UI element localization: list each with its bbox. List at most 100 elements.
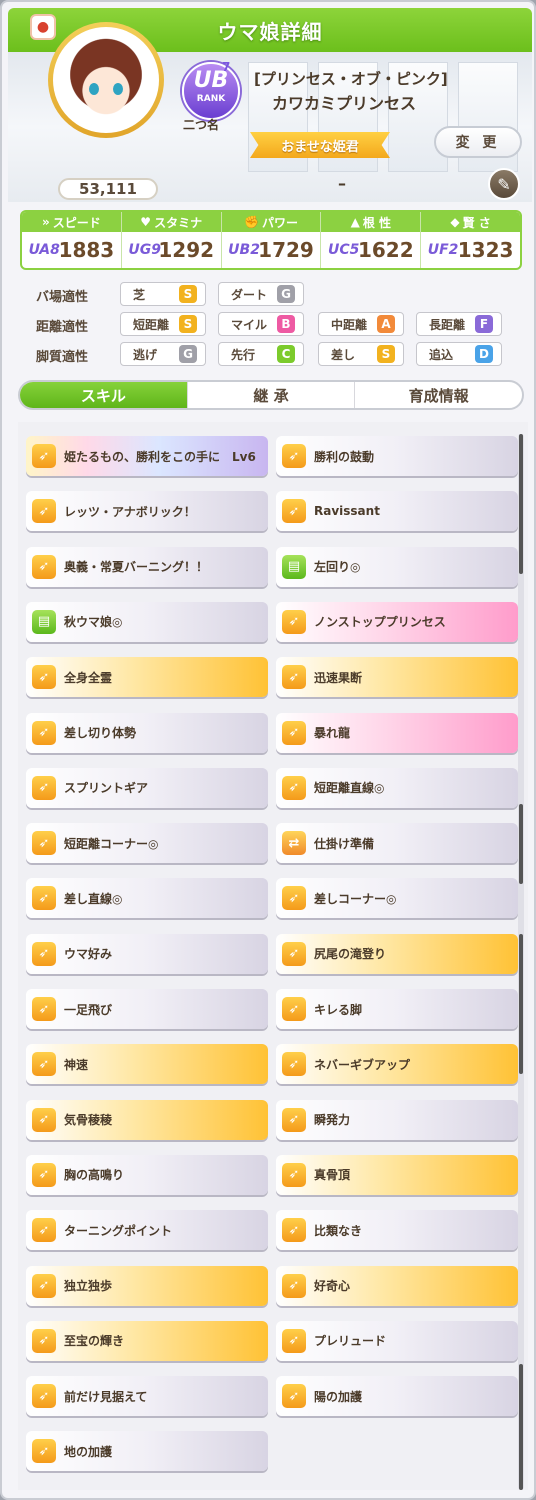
arrows-icon: ⇄ (282, 831, 306, 856)
skill-item[interactable]: ➶ 短距離コーナー◎ (26, 823, 268, 864)
skill-item[interactable]: ➶ 短距離直線◎ (276, 767, 518, 808)
skill-item[interactable]: ➶ プレリュード (276, 1320, 518, 1361)
skill-item[interactable]: ➶ レッツ・アナボリック！ (26, 491, 268, 532)
skill-item[interactable]: ➶ キレる脚 (276, 989, 518, 1029)
skill-item[interactable]: ➶ 瞬発力 (276, 1099, 518, 1140)
run-icon: ➶ (282, 444, 306, 468)
run-icon: ➶ (32, 1384, 56, 1409)
skill-item[interactable]: ➶ 差し直線◎ (26, 878, 268, 919)
skill-item[interactable]: ➶ ネバーギブアップ (276, 1044, 518, 1085)
cake-icon: ● (30, 14, 56, 40)
aptitude-grade: S (377, 345, 395, 363)
skill-name: 気骨稜稜 (64, 1113, 113, 1128)
run-icon: ➶ (282, 499, 306, 524)
skill-name: ターニングポイント (64, 1223, 173, 1238)
stat-grade: UF2 (427, 242, 459, 258)
skill-item[interactable]: ➶ 至宝の輝き (26, 1320, 268, 1361)
skill-name: スプリントギア (64, 781, 149, 796)
skill-item[interactable]: ➶ スプリントギア (26, 767, 268, 808)
run-icon: ➶ (32, 1107, 56, 1132)
skill-item[interactable]: ➶ 地の加護 (26, 1431, 268, 1472)
skill-item[interactable]: ➶ 気骨稜稜 (26, 1099, 268, 1140)
tab-training-info[interactable]: 育成情報 (355, 382, 522, 408)
skill-item[interactable]: ▤ 左回り◎ (276, 546, 518, 587)
skill-item[interactable]: ➶ ターニングポイント (26, 1210, 268, 1251)
run-icon: ➶ (282, 997, 306, 1021)
stat-label: スピード (52, 215, 101, 230)
skill-item[interactable]: ➶ 差し切り体勢 (26, 712, 268, 753)
skill-item[interactable]: ➶ 神速 (26, 1044, 268, 1085)
run-icon: ➶ (32, 720, 56, 745)
scrollbar-thumb[interactable] (519, 434, 523, 574)
eye-right (113, 83, 123, 95)
stat-label: 根 性 (362, 215, 391, 230)
skill-item[interactable]: ▤ 秋ウマ娘◎ (26, 601, 268, 642)
skill-name: 地の加護 (64, 1444, 113, 1459)
run-icon: ➶ (32, 1052, 56, 1077)
aptitude-grade: C (277, 345, 295, 363)
fan-count: 53,111 (58, 178, 158, 200)
skill-name: 比類なき (314, 1223, 363, 1238)
heart-icon: ♥ (140, 215, 152, 229)
skill-name: 左回り◎ (314, 560, 361, 575)
stat-label: 賢 さ (462, 215, 491, 230)
character-portrait[interactable] (48, 22, 164, 138)
skill-item[interactable]: ➶ ノンストッププリンセス (276, 601, 518, 642)
stat-speed: » スピード UA8 1883 (22, 212, 122, 268)
run-icon: ➶ (282, 1273, 306, 1298)
aptitude-distance-item: 中距離 A (318, 312, 404, 336)
skill-item[interactable]: ➶ 勝利の鼓動 (276, 436, 518, 476)
run-icon: ➶ (282, 886, 306, 911)
run-icon: ➶ (282, 720, 306, 745)
skill-item[interactable]: ➶ 尻尾の滝登り (276, 933, 518, 974)
aptitude-name: 先行 (231, 347, 256, 362)
skill-item[interactable]: ➶ 迅速果断 (276, 657, 518, 698)
change-button[interactable]: 変 更 (434, 126, 522, 158)
character-name: カワカミプリンセス (272, 94, 417, 113)
stat-value: 1292 (158, 238, 215, 262)
scrollbar-segment (519, 804, 523, 884)
edit-pencil-icon[interactable]: ✎ (488, 168, 520, 200)
skill-item[interactable]: ➶ 姫たるもの、勝利をこの手に Lv6 (26, 436, 268, 476)
skill-item[interactable]: ➶ 比類なき (276, 1210, 518, 1251)
skill-item[interactable]: ➶ 真骨頂 (276, 1154, 518, 1195)
stat-wisdom: ◆ 賢 さ UF2 1323 (421, 212, 520, 268)
skill-item[interactable]: ➶ 陽の加護 (276, 1376, 518, 1417)
skill-item[interactable]: ➶ 好奇心 (276, 1265, 518, 1306)
skill-item[interactable]: ➶ 前だけ見据えて (26, 1376, 268, 1417)
skill-item[interactable]: ➶ 奥義・常夏バーニング！！ (26, 546, 268, 587)
aptitude-track-item: 芝S (120, 282, 206, 306)
aptitude-track-item: ダート G (218, 282, 304, 306)
scrollbar-segment (519, 934, 523, 1074)
skill-item[interactable]: ➶ 全身全霊 (26, 657, 268, 698)
character-epithet: [プリンセス・オブ・ピンク] (254, 70, 448, 88)
run-icon: ➶ (282, 1052, 306, 1077)
tab-skills[interactable]: スキル (20, 382, 188, 408)
skill-item[interactable]: ➶ 暴れ龍 (276, 712, 518, 753)
skill-item[interactable]: ➶ ウマ好み (26, 933, 268, 974)
skill-item[interactable]: ➶ 独立独歩 (26, 1265, 268, 1306)
aptitude-name: 芝 (133, 287, 146, 302)
stats-panel: » スピード UA8 1883 ♥ スタミナ UG9 1292 ✊ パワー UB2 1729… (20, 210, 522, 270)
title-badge: おませな姫君 (250, 132, 390, 158)
aptitude-name: 逃げ (133, 347, 158, 362)
skill-item[interactable]: ➶ 一足飛び (26, 989, 268, 1029)
scrollbar[interactable] (518, 434, 524, 1490)
style-aptitude-label: 脚質適性 (36, 350, 89, 365)
skill-name: 仕掛け準備 (314, 836, 375, 851)
skill-name: 好奇心 (314, 1279, 351, 1293)
tab-inheritance[interactable]: 継 承 (188, 382, 356, 408)
stat-label: スタミナ (154, 215, 203, 230)
skill-item[interactable]: ➶ 差しコーナー◎ (276, 878, 518, 919)
skill-item[interactable]: ⇄ 仕掛け準備 (276, 823, 518, 864)
stat-power: ✊ パワー UB2 1729 (221, 212, 322, 268)
aptitude-grade: A (377, 315, 395, 333)
run-icon: ➶ (282, 665, 306, 690)
run-icon: ➶ (282, 1218, 306, 1243)
skill-item[interactable]: ➶ 胸の高鳴り (26, 1154, 268, 1195)
skill-item[interactable]: ➶ Ravissant (276, 491, 518, 532)
run-icon: ➶ (32, 665, 56, 690)
skill-name: 秋ウマ娘◎ (64, 615, 123, 630)
run-icon: ➶ (32, 1328, 56, 1353)
run-icon: ➶ (32, 775, 56, 800)
